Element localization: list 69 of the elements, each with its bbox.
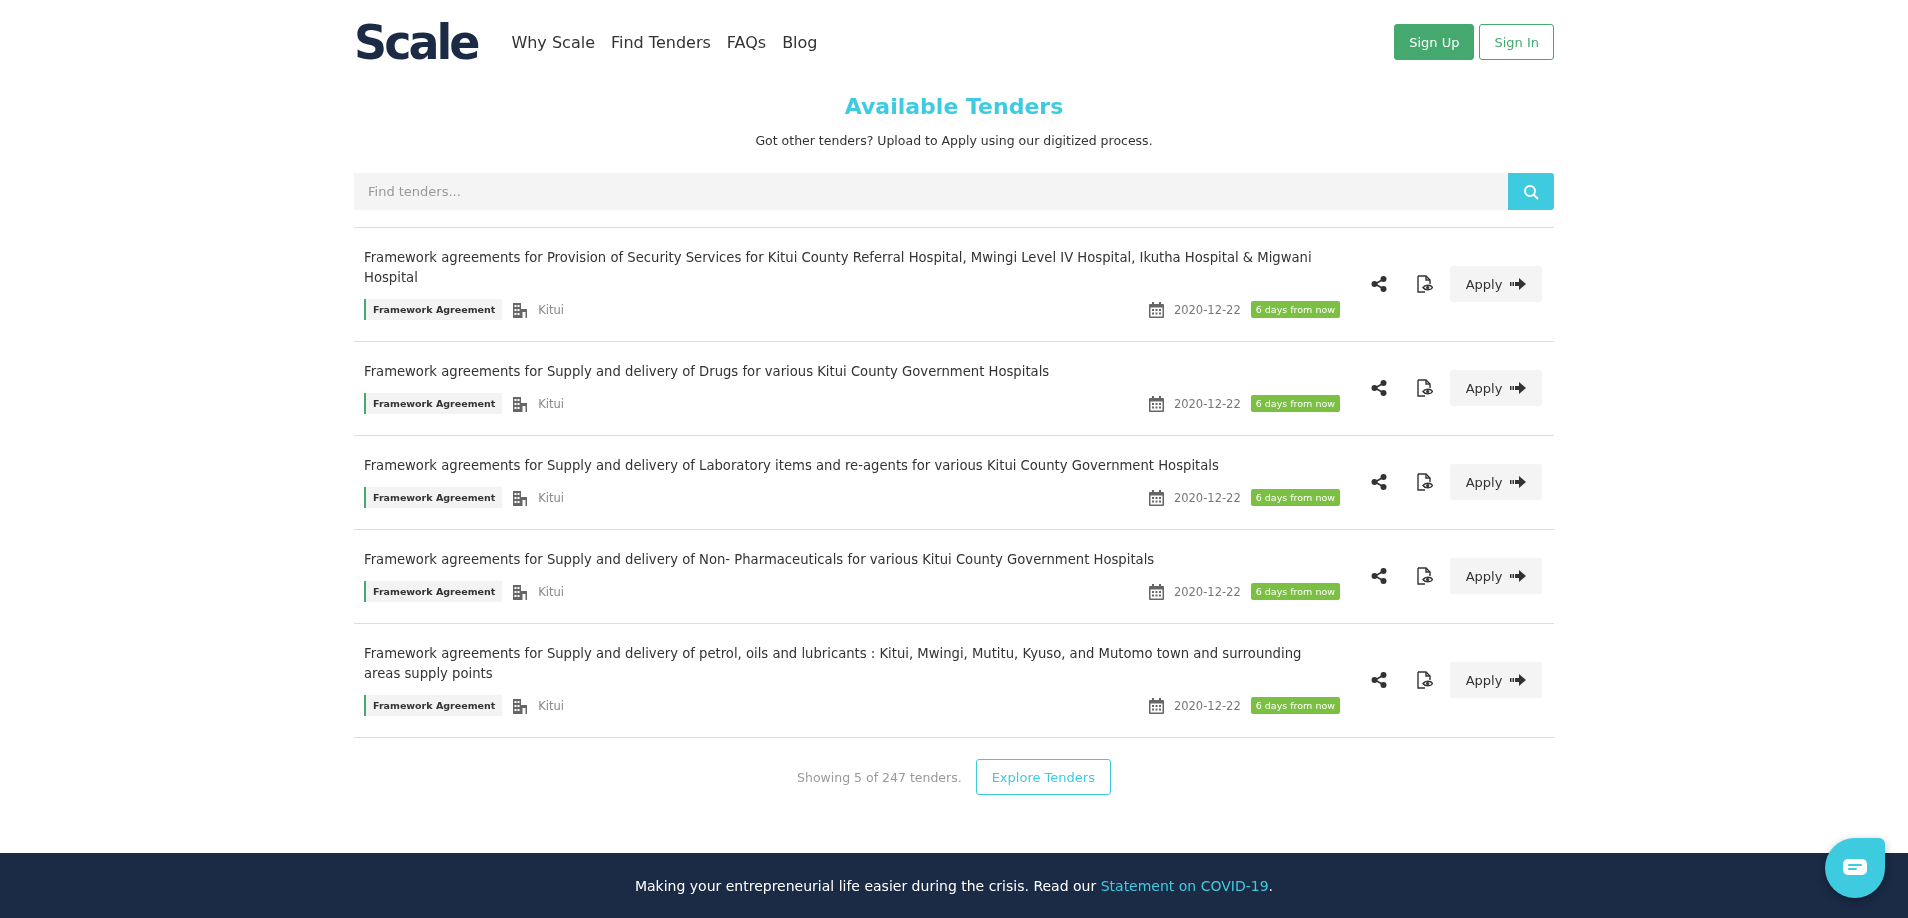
building-icon xyxy=(512,395,529,412)
category-tag: Framework Agreement xyxy=(364,299,503,320)
location-text: Kitui xyxy=(538,490,565,505)
share-icon[interactable] xyxy=(1371,474,1387,490)
tender-title[interactable]: Framework agreements for Supply and delivery of petrol, oils and lubricants : Kitui, Mwingi, Mutitu, Kyuso, and Mutomo town and surrounding areas supply points xyxy=(364,644,1340,684)
calendar-icon xyxy=(1148,697,1164,714)
arrow-icon xyxy=(1510,674,1527,686)
tender-title[interactable]: Framework agreements for Supply and delivery of Laboratory items and re-agents for various Kitui County Government Hospitals xyxy=(364,456,1340,476)
building-icon xyxy=(512,697,529,714)
apply-button[interactable]: Apply xyxy=(1450,266,1542,302)
deadline-badge: 6 days from now xyxy=(1250,697,1340,714)
location-text: Kitui xyxy=(538,396,565,411)
chat-icon xyxy=(1843,859,1867,877)
calendar-icon xyxy=(1148,489,1164,506)
building-icon xyxy=(512,301,529,318)
calendar-icon xyxy=(1148,583,1164,600)
nav-link[interactable]: FAQs xyxy=(726,32,767,52)
tender-title[interactable]: Framework agreements for Supply and delivery of Drugs for various Kitui County Government Hospitals xyxy=(364,362,1340,382)
category-tag: Framework Agreement xyxy=(364,581,503,602)
page-title: Available Tenders xyxy=(843,94,1065,119)
closing-date: 2020-12-22 xyxy=(1173,584,1241,599)
document-eye-icon[interactable] xyxy=(1417,567,1433,585)
share-icon[interactable] xyxy=(1371,380,1387,396)
deadline-badge: 6 days from now xyxy=(1250,583,1340,600)
covid-statement-link[interactable]: Statement on COVID-19 xyxy=(1100,877,1269,894)
calendar-icon xyxy=(1148,395,1164,412)
building-icon xyxy=(512,583,529,600)
document-eye-icon[interactable] xyxy=(1417,473,1433,491)
share-icon[interactable] xyxy=(1371,672,1387,688)
closing-date: 2020-12-22 xyxy=(1173,490,1241,505)
arrow-icon xyxy=(1510,382,1527,394)
category-tag: Framework Agreement xyxy=(364,487,503,508)
tender-title[interactable]: Framework agreements for Provision of Security Services for Kitui County Referral Hospital, Mwingi Level IV Hospital, Ikutha Hospital & Migwani Hospital xyxy=(364,248,1340,288)
deadline-badge: 6 days from now xyxy=(1250,489,1340,506)
logo[interactable]: Scale xyxy=(354,17,478,67)
apply-button[interactable]: Apply xyxy=(1450,558,1542,594)
location-text: Kitui xyxy=(538,698,565,713)
tender-title[interactable]: Framework agreements for Supply and delivery of Non- Pharmaceuticals for various Kitui County Government Hospitals xyxy=(364,550,1340,570)
category-tag: Framework Agreement xyxy=(364,393,503,414)
chat-button[interactable] xyxy=(1825,838,1885,898)
location-text: Kitui xyxy=(538,302,565,317)
closing-date: 2020-12-22 xyxy=(1173,396,1241,411)
deadline-badge: 6 days from now xyxy=(1250,301,1340,318)
page-subtitle: Got other tenders? Upload to Apply using our digitized process. xyxy=(754,133,1154,148)
apply-button[interactable]: Apply xyxy=(1450,464,1542,500)
results-count: Showing 5 of 247 tenders. xyxy=(797,769,962,785)
deadline-badge: 6 days from now xyxy=(1250,395,1340,412)
apply-button[interactable]: Apply xyxy=(1450,662,1542,698)
nav-link[interactable]: Blog xyxy=(782,32,818,52)
document-eye-icon[interactable] xyxy=(1417,671,1433,689)
share-icon[interactable] xyxy=(1371,276,1387,292)
arrow-icon xyxy=(1510,278,1527,290)
arrow-icon xyxy=(1510,570,1527,582)
building-icon xyxy=(512,489,529,506)
document-eye-icon[interactable] xyxy=(1417,275,1433,293)
nav-link[interactable]: Find Tenders xyxy=(610,32,711,52)
closing-date: 2020-12-22 xyxy=(1173,302,1241,317)
footer-message: Making your entrepreneurial life easier during the crisis. Read our Statement on COVID-19. xyxy=(634,877,1274,894)
share-icon[interactable] xyxy=(1371,568,1387,584)
search-icon xyxy=(1523,183,1539,200)
location-text: Kitui xyxy=(538,584,565,599)
document-eye-icon[interactable] xyxy=(1417,379,1433,397)
arrow-icon xyxy=(1510,476,1527,488)
closing-date: 2020-12-22 xyxy=(1173,698,1241,713)
nav-link[interactable]: Why Scale xyxy=(511,32,595,52)
apply-button[interactable]: Apply xyxy=(1450,370,1542,406)
search-field[interactable]: Find tenders... xyxy=(354,173,1508,210)
calendar-icon xyxy=(1148,301,1164,318)
category-tag: Framework Agreement xyxy=(364,695,503,716)
